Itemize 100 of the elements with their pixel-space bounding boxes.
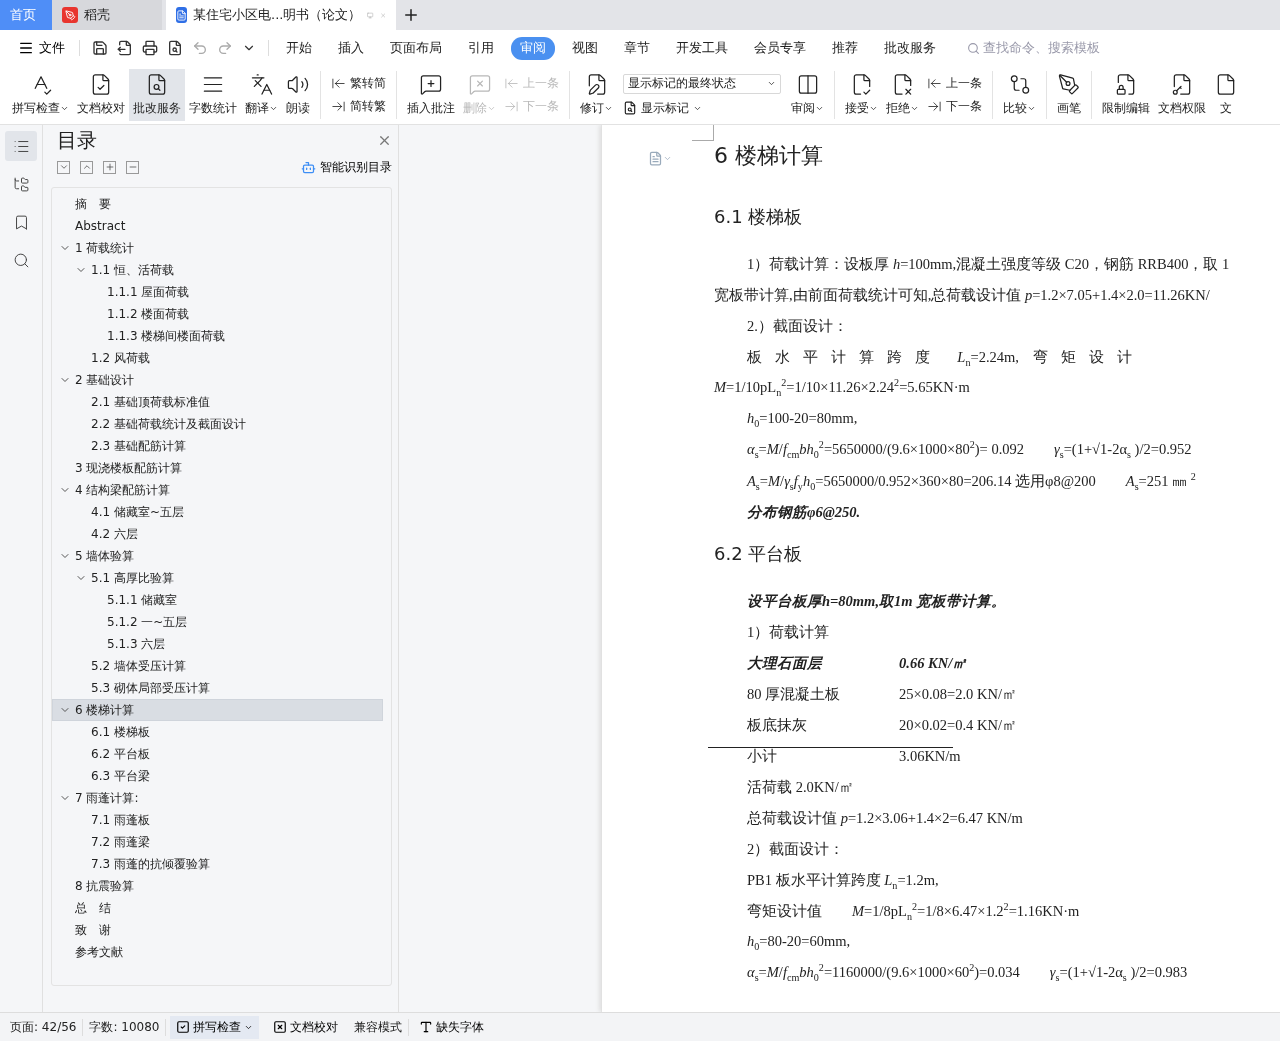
ribbon-small-button[interactable]: 繁转简 <box>331 75 386 92</box>
toc-item[interactable]: 3 现浇楼板配筋计算 <box>52 457 383 479</box>
undo-icon[interactable] <box>192 40 208 56</box>
toc-item[interactable]: 6.3 平台梁 <box>52 765 383 787</box>
toc-item[interactable]: 5.3 砌体局部受压计算 <box>52 677 383 699</box>
spellcheck-button[interactable]: 拼写检查 <box>170 1015 260 1039</box>
menu-tab[interactable]: 推荐 <box>823 36 867 60</box>
menu-tab[interactable]: 开发工具 <box>667 36 737 60</box>
ribbon-small-button[interactable]: 显示标记 <box>623 99 781 117</box>
document-text: α$_{s}$=M/f$_{cm}$bh$_{0}$$^{2}$=1160000/(9.6×1000×60$^{2}$)=0.034 <box>747 964 1020 981</box>
toc-item[interactable]: 7.2 雨蓬梁 <box>52 831 383 853</box>
ribbon-button[interactable]: 拼写检查 <box>8 69 73 121</box>
smart-toc-button[interactable]: 智能识别目录 <box>301 158 392 176</box>
toc-item[interactable]: 2.1 基础顶荷载标准值 <box>52 391 383 413</box>
ribbon-button[interactable]: 文档权限 <box>1154 69 1210 121</box>
app-tab[interactable]: 某住宅小区电...明书（论文） <box>166 0 396 30</box>
collapse-button[interactable] <box>80 160 93 174</box>
menu-tab[interactable]: 开始 <box>277 36 321 60</box>
pen-icon <box>1057 73 1081 96</box>
toc-item[interactable]: 5.1.3 六层 <box>52 633 383 655</box>
ribbon-button[interactable]: 批改服务 <box>129 69 185 121</box>
toc-item[interactable]: 1 荷载统计 <box>52 237 383 259</box>
toc-item[interactable]: 7.1 雨蓬板 <box>52 809 383 831</box>
toc-item[interactable]: 1.1.3 楼梯间楼面荷载 <box>52 325 383 347</box>
toc-item[interactable]: 摘 要 <box>52 193 383 215</box>
status-text: 页面: 42/56 <box>4 1018 84 1036</box>
toc-item[interactable]: 参考文献 <box>52 941 383 963</box>
file-menu[interactable]: 文件 <box>12 39 71 57</box>
ribbon-button[interactable]: 朗读 <box>282 69 314 121</box>
toc-item[interactable]: 5.1 高厚比验算 <box>52 567 383 589</box>
menu-tab[interactable]: 页面布局 <box>381 36 451 60</box>
preview-icon[interactable] <box>167 40 183 56</box>
document-text: M=1/10pL$_{n}$$^{2}$=1/10×11.26×2.24$^{2}$=5.65KN·m <box>714 379 970 396</box>
ribbon-button[interactable]: 限制编辑 <box>1098 69 1154 121</box>
document-text: 1）荷载计算：设板厚 h=100mm,混凝土强度等级 C20，钢筋 RRB400，取 1 <box>747 255 1230 274</box>
remove-button[interactable] <box>126 160 139 174</box>
toc-item[interactable]: 4.1 储藏室~五层 <box>52 501 383 523</box>
ribbon-button[interactable]: 字数统计 <box>185 69 241 121</box>
ribbon-small-button[interactable]: 上一条 <box>927 75 982 92</box>
toc-item[interactable]: 6.1 楼梯板 <box>52 721 383 743</box>
menu-tab[interactable]: 插入 <box>329 36 373 60</box>
ribbon-small-button[interactable]: 下一条 <box>927 98 982 115</box>
toc-item[interactable]: 致 谢 <box>52 919 383 941</box>
tree-icon <box>12 175 30 193</box>
ribbon-small-button[interactable]: 简转繁 <box>331 98 386 115</box>
save-icon[interactable] <box>92 40 108 56</box>
document-menu-button[interactable] <box>648 151 672 166</box>
arrow-right-icon <box>331 99 346 114</box>
toc-item[interactable]: 5 墙体验算 <box>52 545 383 567</box>
redo-icon[interactable] <box>217 40 233 56</box>
menu-tab[interactable]: 会员专享 <box>745 36 815 60</box>
ribbon-button[interactable]: 审阅 <box>787 69 828 121</box>
status-text: 兼容模式 <box>348 1018 410 1036</box>
expand-button[interactable] <box>57 160 70 174</box>
ribbon-button[interactable]: 拒绝 <box>882 69 923 121</box>
toc-item[interactable]: Abstract <box>52 215 383 237</box>
toc-item[interactable]: 总 结 <box>52 897 383 919</box>
caret-icon <box>269 104 278 113</box>
menu-tab[interactable]: 视图 <box>563 36 607 60</box>
add-button[interactable] <box>103 160 116 174</box>
toc-item[interactable]: 5.1.2 一~五层 <box>52 611 383 633</box>
toc-item[interactable]: 1.1 恒、活荷载 <box>52 259 383 281</box>
document-text: 25×0.08=2.0 KN/㎡ <box>899 685 1017 704</box>
toc-item[interactable]: 5.1.1 储藏室 <box>52 589 383 611</box>
ribbon-button[interactable]: 修订 <box>576 69 617 121</box>
ribbon-button[interactable]: 文 <box>1210 69 1242 121</box>
ribbon-button[interactable]: 文档校对 <box>73 69 129 121</box>
toc-item[interactable]: 2.2 基础荷载统计及截面设计 <box>52 413 383 435</box>
ribbon-button[interactable]: 比较 <box>999 69 1040 121</box>
toc-item[interactable]: 6.2 平台板 <box>52 743 383 765</box>
proofread-button[interactable]: 文档校对 <box>267 1015 345 1039</box>
new-tab-icon[interactable] <box>402 6 420 24</box>
print-icon[interactable] <box>142 40 158 56</box>
toc-item[interactable]: 8 抗震验算 <box>52 875 383 897</box>
ribbon-button[interactable]: 接受 <box>841 69 882 121</box>
app-tab[interactable]: 稻壳 <box>52 0 162 30</box>
ribbon-button[interactable]: 翻译 <box>241 69 282 121</box>
caret-icon <box>60 104 69 113</box>
toc-item[interactable]: 1.1.1 屋面荷载 <box>52 281 383 303</box>
toc-item[interactable]: 2.3 基础配筋计算 <box>52 435 383 457</box>
toc-item[interactable]: 7 雨蓬计算: <box>52 787 383 809</box>
toc-item[interactable]: 7.3 雨蓬的抗倾覆验算 <box>52 853 383 875</box>
menu-tab[interactable]: 引用 <box>459 36 503 60</box>
ribbon-button[interactable]: 画笔 <box>1053 69 1085 121</box>
export-icon[interactable] <box>117 40 133 56</box>
toc-item[interactable]: 6 楼梯计算 <box>52 699 383 721</box>
translate-icon <box>249 73 274 96</box>
toc-item[interactable]: 4.2 六层 <box>52 523 383 545</box>
ribbon-button[interactable]: 插入批注 <box>403 69 459 121</box>
missing-font-button[interactable]: 缺失字体 <box>413 1015 491 1039</box>
search-icon <box>967 41 980 55</box>
toc-item[interactable]: 1.1.2 楼面荷载 <box>52 303 383 325</box>
markup-select[interactable]: 显示标记的最终状态 <box>623 73 781 94</box>
menu-tab[interactable]: 批改服务 <box>875 36 945 60</box>
toc-item[interactable]: 1.2 风荷载 <box>52 347 383 369</box>
menu-tab[interactable]: 章节 <box>615 36 659 60</box>
sidebar-tab[interactable] <box>5 131 37 161</box>
toc-item[interactable]: 5.2 墙体受压计算 <box>52 655 383 677</box>
toc-item[interactable]: 2 基础设计 <box>52 369 383 391</box>
toc-item[interactable]: 4 结构梁配筋计算 <box>52 479 383 501</box>
